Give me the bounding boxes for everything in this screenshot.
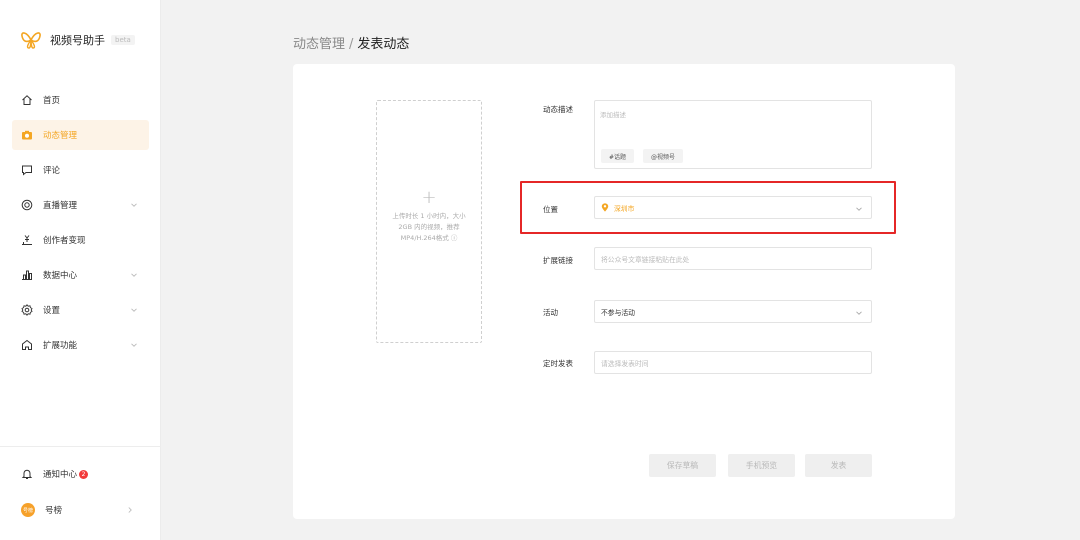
- sidebar-item-comments[interactable]: 评论: [12, 155, 149, 185]
- sidebar-item-settings[interactable]: 设置: [12, 295, 149, 325]
- sidebar-item-label: 直播管理: [43, 201, 78, 211]
- location-highlight-box: [520, 181, 896, 234]
- extension-icon: [21, 339, 33, 351]
- sidebar-item-label: 动态管理: [43, 131, 78, 141]
- sidebar-item-label: 数据中心: [43, 271, 78, 281]
- plus-icon: +: [421, 187, 437, 208]
- sidebar-item-live[interactable]: 直播管理: [12, 190, 149, 220]
- chevron-right-icon: [125, 505, 135, 515]
- sidebar-item-extensions[interactable]: 扩展功能: [12, 330, 149, 360]
- link-placeholder: 将公众号文章链接粘贴在此处: [601, 255, 690, 264]
- camera-icon: [21, 129, 33, 141]
- chevron-down-icon: [129, 305, 139, 315]
- gear-icon: [21, 304, 33, 316]
- topic-tag-button[interactable]: #话题: [601, 149, 635, 163]
- chart-icon: [21, 269, 33, 281]
- chevron-down-icon: [854, 308, 864, 318]
- extension-link-input[interactable]: 将公众号文章链接粘贴在此处: [594, 247, 872, 270]
- mention-channel-button[interactable]: @视频号: [643, 149, 684, 163]
- activity-value: 不参与活动: [601, 308, 635, 317]
- notification-badge: 2: [79, 469, 89, 479]
- sidebar-divider: [0, 446, 161, 447]
- sidebar-item-data-center[interactable]: 数据中心: [12, 260, 149, 290]
- desc-label: 动态描述: [543, 105, 573, 114]
- schedule-label: 定时发表: [543, 359, 573, 368]
- avatar: 号榜: [21, 503, 35, 517]
- activity-select[interactable]: 不参与活动: [594, 300, 872, 323]
- money-icon: [21, 234, 33, 246]
- phone-preview-button[interactable]: 手机预览: [728, 454, 795, 477]
- sidebar-item-label: 首页: [43, 96, 61, 106]
- description-input[interactable]: 添加描述 #话题 @视频号: [594, 100, 872, 169]
- publish-button[interactable]: 发表: [805, 454, 872, 477]
- bell-icon: [21, 468, 33, 480]
- sidebar-item-post-management[interactable]: 动态管理: [12, 120, 149, 150]
- butterfly-logo-icon: [21, 32, 41, 49]
- brand[interactable]: 视频号助手 beta: [20, 30, 135, 50]
- sidebar-item-monetization[interactable]: 创作者变现: [12, 225, 149, 255]
- home-icon: [21, 94, 33, 106]
- breadcrumb: 动态管理 / 发表动态: [293, 33, 409, 52]
- description-placeholder: 添加描述: [600, 111, 626, 119]
- chevron-down-icon: [129, 270, 139, 280]
- chevron-down-icon: [129, 340, 139, 350]
- beta-badge: beta: [111, 35, 135, 45]
- chevron-down-icon: [129, 200, 139, 210]
- schedule-placeholder: 请选择发表时间: [601, 359, 649, 368]
- breadcrumb-separator: /: [349, 37, 354, 52]
- schedule-time-input[interactable]: 请选择发表时间: [594, 351, 872, 374]
- breadcrumb-parent[interactable]: 动态管理: [293, 37, 345, 52]
- link-label: 扩展链接: [543, 256, 573, 265]
- video-upload-area[interactable]: + 上传时长 1 小时内，大小 2GB 内的视频，推荐MP4/H.264格式 ⓘ: [376, 100, 482, 343]
- upload-hint: 上传时长 1 小时内，大小 2GB 内的视频，推荐MP4/H.264格式 ⓘ: [392, 212, 466, 242]
- post-form-card: + 上传时长 1 小时内，大小 2GB 内的视频，推荐MP4/H.264格式 ⓘ…: [293, 64, 955, 519]
- activity-label: 活动: [543, 308, 558, 317]
- save-draft-button[interactable]: 保存草稿: [649, 454, 716, 477]
- sidebar: 视频号助手 beta 首页 动态管理 评论 直播管理 创作者变现 数据中心 设置…: [0, 0, 161, 540]
- comment-icon: [21, 164, 33, 176]
- sidebar-item-label: 创作者变现: [43, 236, 86, 246]
- notification-label: 通知中心: [43, 470, 78, 480]
- account-switcher[interactable]: 号榜 号榜: [21, 503, 141, 517]
- brand-title: 视频号助手: [50, 34, 105, 47]
- page-title: 发表动态: [357, 37, 410, 52]
- live-icon: [21, 199, 33, 211]
- sidebar-nav: 首页 动态管理 评论 直播管理 创作者变现 数据中心 设置 扩展功能: [0, 85, 161, 365]
- account-name: 号榜: [45, 506, 63, 516]
- notification-center[interactable]: 通知中心 2: [21, 468, 89, 480]
- sidebar-item-label: 扩展功能: [43, 341, 78, 351]
- sidebar-item-label: 设置: [43, 306, 61, 316]
- sidebar-item-home[interactable]: 首页: [12, 85, 149, 115]
- sidebar-item-label: 评论: [43, 166, 61, 176]
